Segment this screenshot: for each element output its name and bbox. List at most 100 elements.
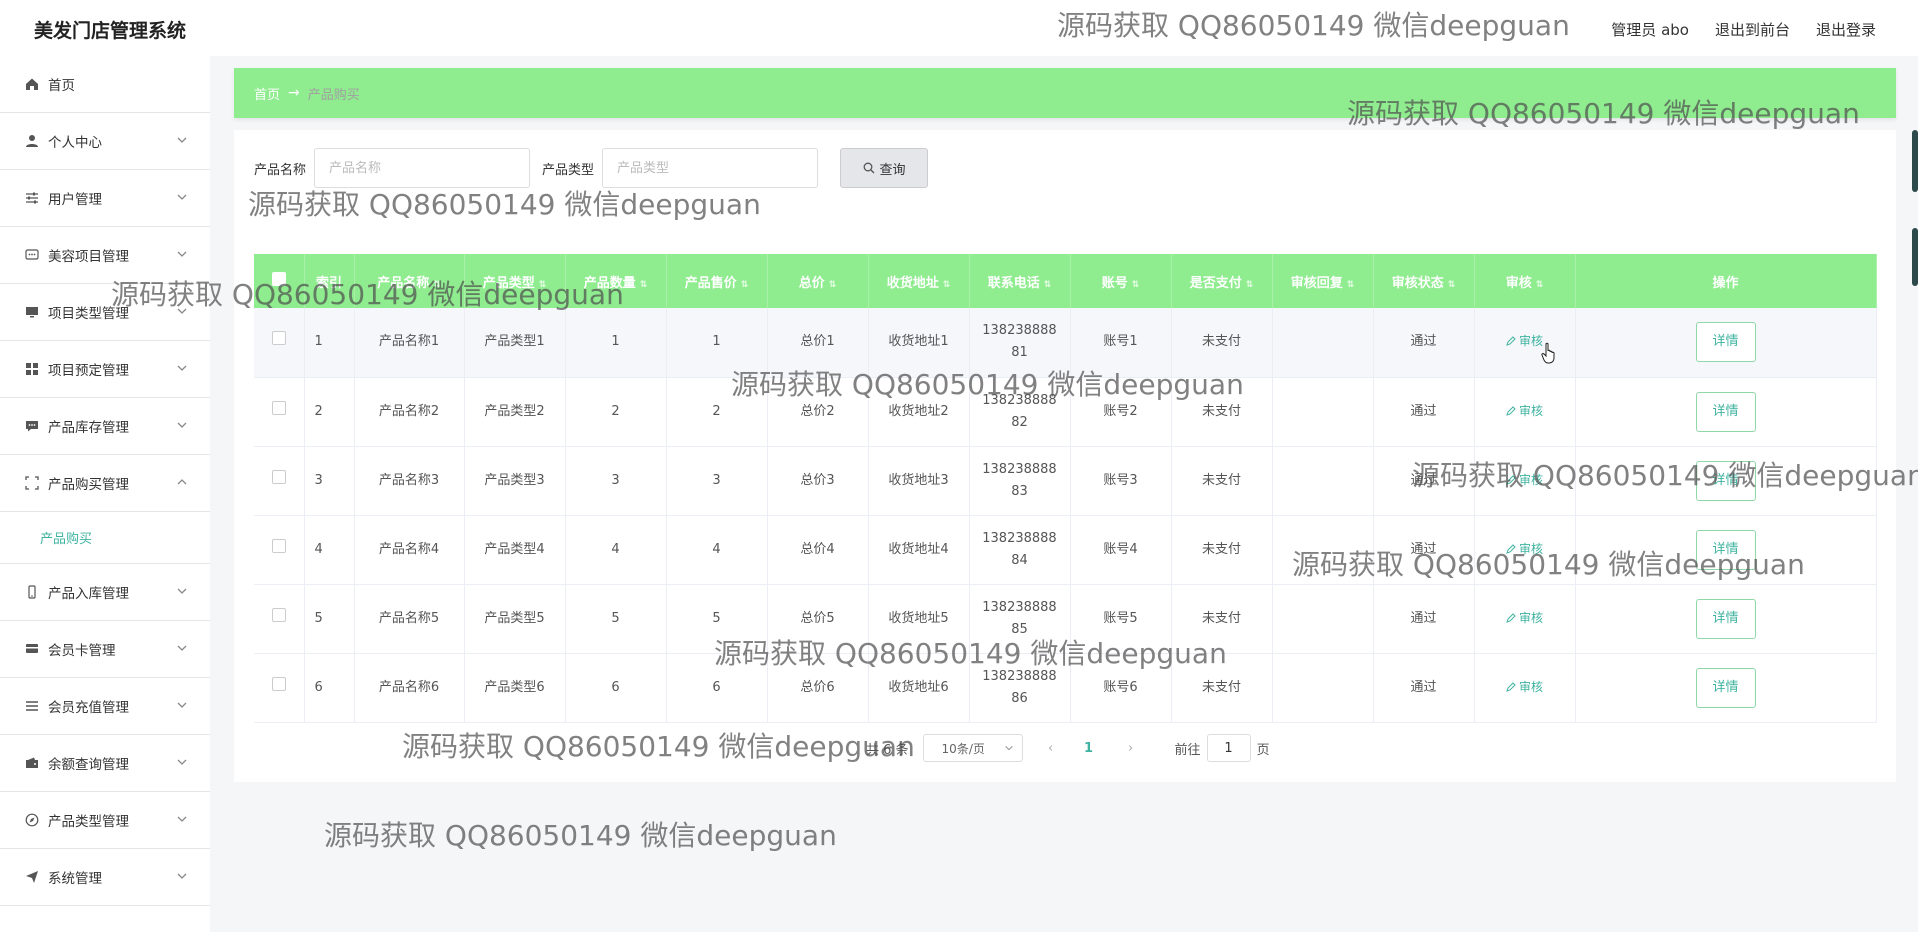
column-header[interactable]: 联系电话 ⇅ [969,254,1071,308]
product-type-input[interactable] [602,148,819,188]
chevron-down-icon [177,645,187,651]
column-header[interactable]: 产品名称 ⇅ [354,254,465,308]
product-type-cell: 产品类型3 [464,446,566,515]
audit-button[interactable]: 审核 [1506,676,1543,698]
detail-button[interactable]: 详情 [1695,322,1756,363]
total-cell: 总价5 [767,584,869,653]
row-select-cell[interactable] [254,446,305,515]
column-header[interactable]: 收货地址 ⇅ [868,254,970,308]
sidebar-item-label: 个人中心 [48,135,102,151]
sidebar-item-product-stock[interactable]: 产品库存管理 [0,398,210,455]
product-name-cell: 产品名称1 [354,308,465,377]
scrollbar-thumb[interactable] [1912,130,1918,192]
sidebar-item-project-booking[interactable]: 项目预定管理 [0,341,210,398]
sidebar-item-balance-query[interactable]: 余额查询管理 [0,735,210,792]
row-select-cell[interactable] [254,377,305,446]
watermark: 源码获取 QQ86050149 微信deepguan [324,819,837,852]
price-cell: 5 [666,584,768,653]
audit-button[interactable]: 审核 [1506,330,1543,352]
logout-link[interactable]: 退出登录 [1816,19,1876,40]
sidebar-item-beauty-projects[interactable]: 美容项目管理 [0,227,210,284]
detail-button[interactable]: 详情 [1695,460,1756,501]
paid-cell: 未支付 [1171,377,1273,446]
table-row: 2 产品名称2 产品类型2 2 2 总价2 收货地址2 138238888 82 账号2 未支付 通过… [254,377,1877,446]
row-checkbox[interactable] [271,607,286,622]
scrollbar-thumb[interactable] [1912,228,1918,286]
to-front-link[interactable]: 退出到前台 [1715,19,1790,40]
chat-icon [24,247,40,263]
sidebar-item-product-purchase[interactable]: 产品购买管理 [0,455,210,512]
column-header[interactable]: 产品数量 ⇅ [565,254,667,308]
sidebar-item-personal[interactable]: 个人中心 [0,113,210,170]
column-header[interactable]: 总价 ⇅ [767,254,869,308]
address-cell: 收货地址4 [868,515,970,584]
row-select-cell[interactable] [254,308,305,377]
sidebar-item-product-inbound[interactable]: 产品入库管理 [0,564,210,621]
sidebar-item-member-card[interactable]: 会员卡管理 [0,621,210,678]
hand-cursor-icon [1541,342,1555,364]
column-header[interactable]: 产品售价 ⇅ [666,254,768,308]
audit-cell: 审核 [1474,584,1576,653]
row-select-cell[interactable] [254,515,305,584]
quantity-cell: 4 [565,515,667,584]
column-header[interactable]: 审核 ⇅ [1474,254,1576,308]
row-checkbox[interactable] [271,676,286,691]
row-checkbox[interactable] [271,400,286,415]
sidebar-item-system[interactable]: 系统管理 [0,849,210,906]
edit-icon [1506,681,1516,692]
sidebar-item-home[interactable]: 首页 [0,56,210,113]
row-checkbox[interactable] [271,538,286,553]
sidebar-item-project-types[interactable]: 项目类型管理 [0,284,210,341]
goto-label: 前往 [1174,742,1201,758]
total-count: 共 6 条 [866,742,909,758]
detail-button[interactable]: 详情 [1695,391,1756,432]
address-cell: 收货地址6 [868,653,970,722]
page-size-select[interactable]: 10条/页 [922,734,1023,762]
next-page-button[interactable]: › [1117,741,1145,756]
user-icon [24,133,40,149]
action-cell: 详情 [1575,446,1877,515]
select-all-header[interactable] [254,254,305,308]
sidebar-item-product-types[interactable]: 产品类型管理 [0,792,210,849]
account-cell: 账号5 [1070,584,1172,653]
sort-icon: ⇅ [1131,279,1140,290]
row-select-cell[interactable] [254,653,305,722]
detail-button[interactable]: 详情 [1695,529,1756,570]
row-select-cell[interactable] [254,584,305,653]
select-all-checkbox[interactable] [271,272,286,286]
sidebar-item-member-recharge[interactable]: 会员充值管理 [0,678,210,735]
product-name-input[interactable] [314,148,531,188]
column-header[interactable]: 审核回复 ⇅ [1272,254,1374,308]
phone-cell: 138238888 85 [969,584,1071,653]
table-row: 1 产品名称1 产品类型1 1 1 总价1 收货地址1 138238888 81 账号1 未支付 通过… [254,308,1877,377]
breadcrumb-home[interactable]: 首页 [254,84,280,103]
detail-button[interactable]: 详情 [1695,598,1756,639]
row-checkbox[interactable] [271,331,286,346]
audit-button[interactable]: 审核 [1506,400,1543,422]
column-header[interactable]: 审核状态 ⇅ [1373,254,1475,308]
column-header[interactable]: 是否支付 ⇅ [1171,254,1273,308]
submenu-item-product-purchase[interactable]: 产品购买 [0,512,210,564]
page-size-value: 10条/页 [941,741,985,756]
detail-button[interactable]: 详情 [1695,667,1756,708]
status-cell: 通过 [1373,584,1475,653]
status-cell: 通过 [1373,653,1475,722]
audit-button[interactable]: 审核 [1506,538,1543,560]
sidebar-item-label: 会员充值管理 [48,700,129,716]
sort-icon: ⇅ [1447,279,1456,290]
prev-page-button[interactable]: ‹ [1037,741,1065,756]
search-button[interactable]: 查询 [840,148,929,188]
price-cell: 3 [666,446,768,515]
audit-button[interactable]: 审核 [1506,469,1543,491]
goto-page-input[interactable] [1206,734,1251,762]
audit-button[interactable]: 审核 [1506,607,1543,629]
sidebar-item-users[interactable]: 用户管理 [0,170,210,227]
row-checkbox[interactable] [271,469,286,484]
column-header[interactable]: 产品类型 ⇅ [464,254,566,308]
column-header[interactable]: 账号 ⇅ [1070,254,1172,308]
chevron-down-icon [177,251,187,257]
page-number[interactable]: 1 [1075,741,1103,756]
column-header[interactable]: 索引 [304,254,355,308]
page-suffix: 页 [1256,742,1270,758]
quantity-cell: 5 [565,584,667,653]
